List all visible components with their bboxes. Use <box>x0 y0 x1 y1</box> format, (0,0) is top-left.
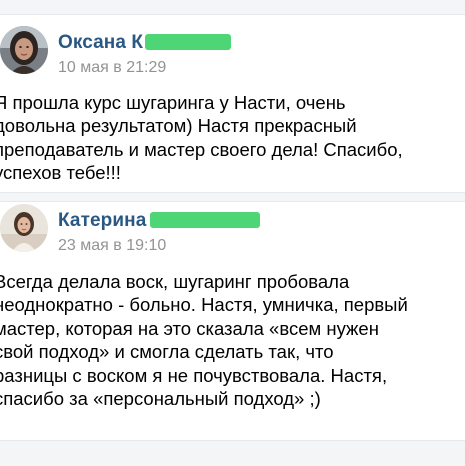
censor-mark <box>145 34 232 50</box>
post-divider <box>0 192 465 202</box>
comment-text-line: Всегда делала воск, шугаринг пробовала <box>0 271 350 292</box>
post-divider <box>0 440 465 466</box>
author-row: Оксана К <box>58 32 232 58</box>
comment-text-line: разницы с воском я не почувствовала. Нас… <box>0 364 388 386</box>
author-name[interactable]: Катерина <box>58 210 146 231</box>
comment-text: Я прошла курс шугаринга у Насти, очень д… <box>0 91 462 185</box>
author-row: Катерина <box>58 210 261 236</box>
post-date[interactable]: 23 мая в 19:10 <box>58 237 166 255</box>
author-name[interactable]: Оксана К <box>58 32 143 53</box>
comment-text-line: неоднократно - больно. Настя, умничка, п… <box>0 294 408 316</box>
post-date[interactable]: 10 мая в 21:29 <box>58 59 166 77</box>
avatar[interactable] <box>0 204 48 252</box>
censor-mark <box>150 212 261 228</box>
comment-text-line: спасибо за «персональный подход» ;) <box>0 388 321 410</box>
comment-text-line: преподаватель и мастер своего дела! Спас… <box>0 138 403 160</box>
comment-text-line: мастер, которая на это сказала «всем нуж… <box>0 317 379 339</box>
comment-text-line: свой подход» и смогла сделать так, что <box>0 341 334 363</box>
feed-top-edge <box>0 0 465 15</box>
comment-text: Всегда делала воск, шугаринг пробовала н… <box>0 270 462 410</box>
comment-text-line: успехов тебе!!! <box>0 162 121 184</box>
avatar[interactable] <box>0 26 48 74</box>
comment-text-line: Я прошла курс шугаринга у Насти, очень <box>0 92 346 113</box>
comment-text-line: довольна результатом) Настя прекрасный <box>0 115 357 137</box>
